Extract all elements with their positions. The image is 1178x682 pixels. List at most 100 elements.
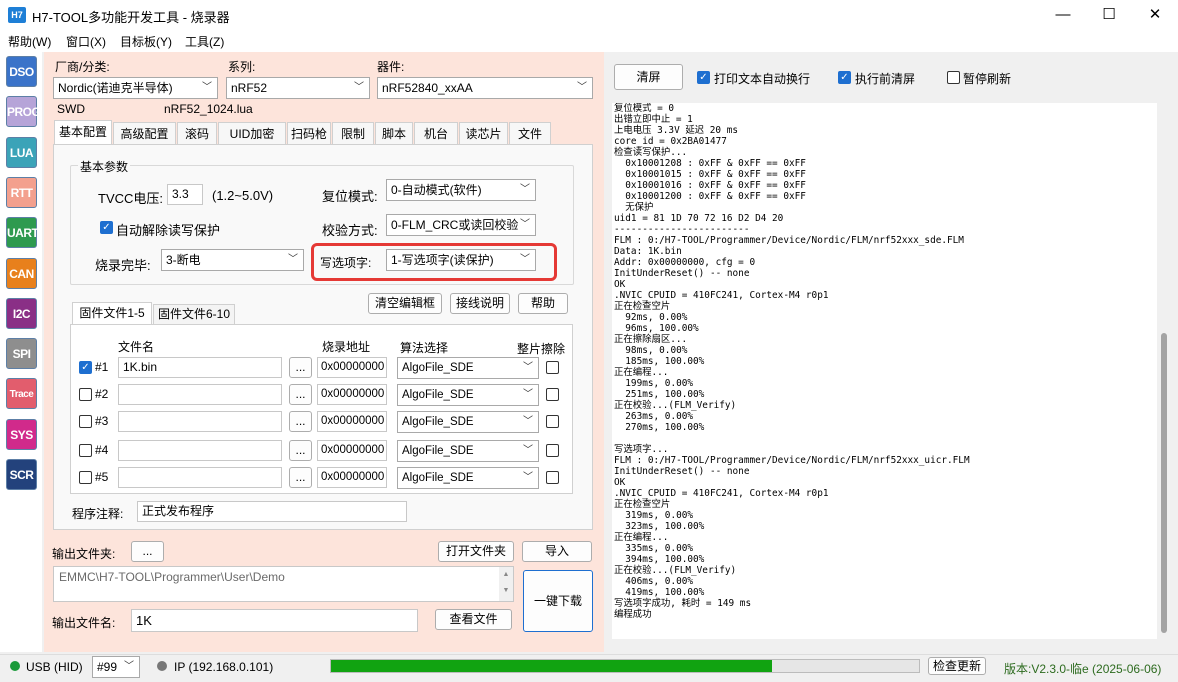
output-path-field[interactable]: EMMC\H7-TOOL\Programmer\User\Demo — [53, 566, 514, 602]
tab-3[interactable]: 滚码 — [177, 122, 217, 144]
path-scrollbar[interactable]: ▲ ▼ — [499, 567, 513, 601]
tab-10[interactable]: 文件 — [509, 122, 551, 144]
output-filename-input[interactable]: 1K — [131, 609, 418, 632]
sidebar-item-can[interactable]: CAN — [6, 257, 37, 289]
close-button[interactable]: ✕ — [1132, 0, 1178, 30]
program-note-input[interactable]: 正式发布程序 — [137, 501, 407, 522]
sidebar-item-uart[interactable]: UART — [6, 217, 39, 249]
sidebar-item-lua[interactable]: LUA — [6, 136, 37, 168]
file-browse-button[interactable]: ... — [289, 384, 312, 405]
tab-files-6-10[interactable]: 固件文件6-10 — [153, 304, 235, 324]
device-select[interactable]: nRF52840_xxAA ﹀ — [377, 77, 593, 99]
algo-select[interactable]: AlgoFile_SDE ﹀ — [397, 467, 539, 489]
maximize-button[interactable]: ☐ — [1086, 0, 1132, 30]
chip-erase-checkbox[interactable] — [546, 471, 559, 484]
algo-select[interactable]: AlgoFile_SDE ﹀ — [397, 411, 539, 433]
file-path-input[interactable] — [118, 467, 282, 488]
sidebar-item-sys[interactable]: SYS — [6, 418, 37, 450]
chip-erase-checkbox[interactable] — [546, 415, 559, 428]
tab-files-1-5[interactable]: 固件文件1-5 — [72, 302, 152, 324]
sidebar-item-scr[interactable]: SCR — [6, 459, 37, 490]
sidebar-item-trace[interactable]: Trace — [6, 378, 37, 410]
file-browse-button[interactable]: ... — [289, 467, 312, 488]
series-select[interactable]: nRF52 ﹀ — [226, 77, 370, 99]
chip-erase-checkbox[interactable] — [546, 361, 559, 374]
tvcc-input[interactable]: 3.3 — [167, 184, 203, 205]
output-path-text: EMMC\H7-TOOL\Programmer\User\Demo — [59, 570, 285, 584]
minimize-button[interactable]: — — [1040, 0, 1086, 30]
tab-1[interactable]: 基本配置 — [54, 120, 112, 144]
chip-erase-checkbox[interactable] — [546, 444, 559, 457]
pause-refresh-label: 暂停刷新 — [963, 72, 1012, 86]
file-row-checkbox[interactable]: ✓ — [79, 361, 92, 374]
log-scroll-thumb[interactable] — [1161, 333, 1167, 633]
vendor-select[interactable]: Nordic(诺迪克半导体) ﹀ — [53, 77, 218, 99]
log-output[interactable]: 复位模式 = 0 出错立即中止 = 1 上电电压 3.3V 延迟 20 ms c… — [612, 103, 1157, 639]
file-browse-button[interactable]: ... — [289, 440, 312, 461]
version-text: 版本:V2.3.0-临e (2025-06-06) — [1004, 662, 1162, 676]
menu-bar — [0, 30, 1178, 52]
check-update-button[interactable]: 检查更新 — [928, 657, 986, 675]
open-folder-button[interactable]: 打开文件夹 — [438, 541, 514, 562]
algo-select[interactable]: AlgoFile_SDE ﹀ — [397, 440, 539, 462]
tab-6[interactable]: 限制 — [332, 122, 374, 144]
auto-wrap-checkbox[interactable]: ✓ — [697, 71, 710, 84]
address-input[interactable]: 0x00000000 — [317, 440, 387, 461]
file-row-checkbox[interactable] — [79, 444, 92, 457]
verify-mode-select[interactable]: 0-FLM_CRC或读回校验 ﹀ — [386, 214, 536, 236]
algo-value: AlgoFile_SDE — [402, 362, 474, 374]
file-row-checkbox[interactable] — [79, 388, 92, 401]
sidebar-item-prog[interactable]: PROG — [6, 96, 41, 128]
menu-window[interactable]: 窗口(X) — [66, 33, 106, 50]
clear-editors-button[interactable]: 清空编辑框 — [368, 293, 442, 314]
address-input[interactable]: 0x00000000 — [317, 411, 387, 432]
menu-target[interactable]: 目标板(Y) — [120, 33, 172, 50]
tab-4[interactable]: UID加密 — [218, 122, 286, 144]
menu-help[interactable]: 帮助(W) — [8, 33, 51, 50]
after-program-select[interactable]: 3-断电 ﹀ — [161, 249, 304, 271]
pause-refresh-checkbox[interactable] — [947, 71, 960, 84]
file-path-input[interactable] — [118, 384, 282, 405]
tab-7[interactable]: 脚本 — [375, 122, 413, 144]
log-scrollbar[interactable] — [1158, 103, 1170, 639]
address-input[interactable]: 0x00000000 — [317, 384, 387, 405]
menu-tools[interactable]: 工具(Z) — [185, 33, 224, 50]
wiring-button[interactable]: 接线说明 — [450, 293, 510, 314]
file-browse-button[interactable]: ... — [289, 357, 312, 378]
sidebar-item-dso[interactable]: DSO — [6, 56, 37, 87]
file-browse-button[interactable]: ... — [289, 411, 312, 432]
tab-2[interactable]: 高级配置 — [113, 122, 176, 144]
chevron-down-icon: ﹀ — [520, 254, 530, 265]
file-path-input[interactable] — [118, 411, 282, 432]
import-button[interactable]: 导入 — [522, 541, 592, 562]
clear-log-button[interactable]: 清屏 — [614, 64, 683, 90]
sidebar-item-spi[interactable]: SPI — [6, 338, 37, 370]
file-row-checkbox[interactable] — [79, 471, 92, 484]
file-path-input[interactable] — [118, 440, 282, 461]
auto-unprotect-checkbox[interactable]: ✓ — [100, 221, 113, 234]
option-byte-select[interactable]: 1-写选项字(读保护) ﹀ — [386, 249, 536, 271]
one-click-download-button[interactable]: 一键下载 — [523, 570, 593, 632]
window-title: H7-TOOL多功能开发工具 - 烧录器 — [32, 10, 230, 25]
file-row-checkbox[interactable] — [79, 415, 92, 428]
port-select[interactable]: #99 ﹀ — [92, 656, 140, 678]
tab-8[interactable]: 机台 — [414, 122, 458, 144]
address-input[interactable]: 0x00000000 — [317, 357, 387, 378]
help-button[interactable]: 帮助 — [518, 293, 568, 314]
sidebar-item-rtt[interactable]: RTT — [6, 176, 37, 208]
reset-mode-select[interactable]: 0-自动模式(软件) ﹀ — [386, 179, 536, 201]
chip-erase-checkbox[interactable] — [546, 388, 559, 401]
file-row-number: #5 — [95, 470, 109, 484]
sidebar-item-i2c[interactable]: I2C — [6, 297, 37, 329]
address-input[interactable]: 0x00000000 — [317, 467, 387, 488]
tab-9[interactable]: 读芯片 — [459, 122, 508, 144]
file-path-input[interactable]: 1K.bin — [118, 357, 282, 378]
algo-select[interactable]: AlgoFile_SDE ﹀ — [397, 357, 539, 379]
clear-before-checkbox[interactable]: ✓ — [838, 71, 851, 84]
chevron-down-icon: ﹀ — [202, 82, 212, 93]
algo-select[interactable]: AlgoFile_SDE ﹀ — [397, 384, 539, 406]
ip-status-dot — [157, 661, 167, 671]
output-folder-browse-button[interactable]: ... — [131, 541, 164, 562]
view-file-button[interactable]: 查看文件 — [435, 609, 512, 630]
tab-5[interactable]: 扫码枪 — [287, 122, 331, 144]
